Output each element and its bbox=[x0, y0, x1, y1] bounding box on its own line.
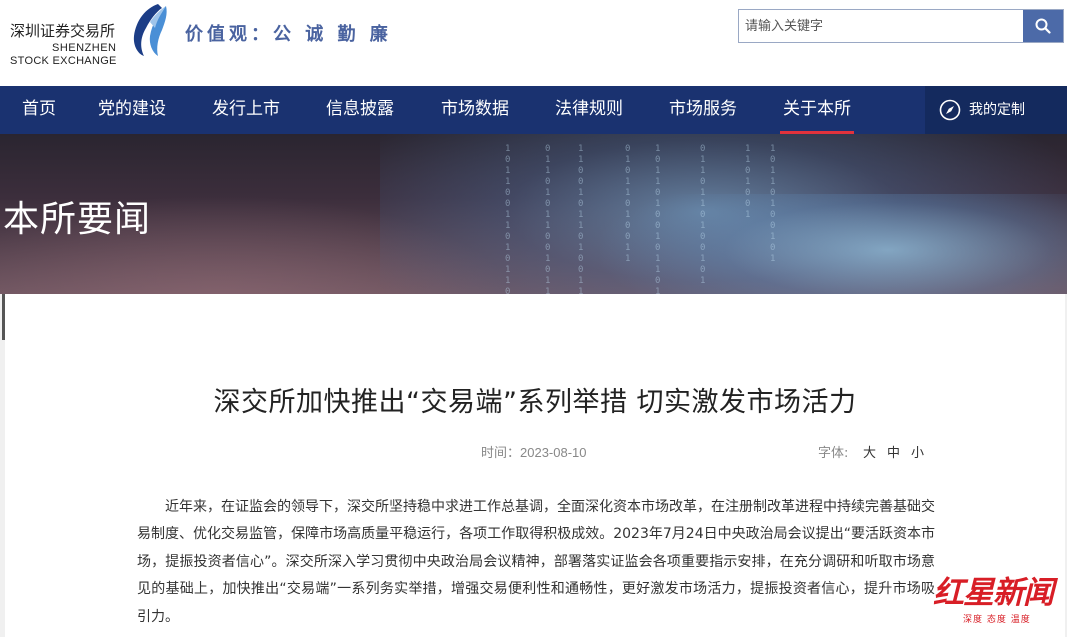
szse-logo-icon bbox=[133, 4, 167, 56]
nav-item-party-building[interactable]: 党的建设 bbox=[95, 86, 169, 134]
logo-chinese-name: 深圳证券交易所 bbox=[10, 22, 116, 40]
publish-time-label: 时间： bbox=[481, 445, 521, 460]
banner-decoration: 101101001011010 bbox=[655, 144, 661, 294]
banner-decoration: 01011010011 bbox=[625, 144, 631, 264]
publish-time-value: 2023-08-10 bbox=[520, 445, 587, 460]
logo-english-name-line2: STOCK EXCHANGE bbox=[10, 55, 117, 67]
banner-title: 本所要闻 bbox=[3, 199, 152, 240]
banner-decoration: 1101001 bbox=[745, 144, 751, 220]
my-customization-button[interactable]: 我的定制 bbox=[925, 86, 1067, 134]
banner-decoration: 01101011001011010 bbox=[545, 144, 551, 294]
watermark-slogan: 深度 态度 温度 bbox=[963, 615, 1031, 625]
search-box bbox=[738, 9, 1064, 43]
publish-time: 时间：2023-08-10 bbox=[481, 442, 587, 461]
nav-item-listing[interactable]: 发行上市 bbox=[209, 86, 283, 134]
nav-item-disclosure[interactable]: 信息披露 bbox=[323, 86, 397, 134]
main-navigation: 首页 党的建设 发行上市 信息披露 市场数据 法律规则 市场服务 关于本所 我的… bbox=[0, 86, 1067, 134]
hongxing-news-watermark: 红星新闻 深度 态度 温度 bbox=[933, 567, 1063, 633]
article-title: 深交所加快推出“交易端”系列举措 切实激发市场活力 bbox=[213, 387, 857, 418]
font-size-large-button[interactable]: 大 bbox=[863, 442, 876, 461]
values-slogan: 价值观：公 诚 勤 廉 bbox=[185, 24, 392, 45]
banner-decoration: 1011001101011010110 bbox=[505, 144, 511, 294]
banner-decoration bbox=[600, 194, 1067, 294]
nav-item-rules[interactable]: 法律规则 bbox=[552, 86, 626, 134]
compass-icon bbox=[939, 99, 961, 121]
search-input[interactable] bbox=[739, 10, 1023, 42]
banner-decoration: 10110100101 bbox=[770, 144, 776, 264]
site-header: 深圳证券交易所 SHENZHEN STOCK EXCHANGE 价值观：公 诚 … bbox=[0, 0, 1067, 86]
watermark-logo-text: 红星新闻 bbox=[933, 575, 1054, 611]
my-customization-label: 我的定制 bbox=[969, 102, 1025, 118]
nav-item-market-services[interactable]: 市场服务 bbox=[666, 86, 740, 134]
search-icon bbox=[1035, 18, 1051, 34]
font-size-label: 字体: bbox=[818, 446, 849, 461]
article-paragraph: 近年来，在证监会的领导下，深交所坚持稳中求进工作总基调，全面深化资本市场改革，在… bbox=[137, 499, 935, 625]
banner-decoration: 0110110100101 bbox=[700, 144, 706, 286]
page-banner: 1011001101011010110 01101011001011010 11… bbox=[0, 134, 1067, 294]
article-container: 深交所加快推出“交易端”系列举措 切实激发市场活力 时间：2023-08-10 … bbox=[5, 294, 1065, 637]
font-size-small-button[interactable]: 小 bbox=[911, 442, 924, 461]
nav-item-market-data[interactable]: 市场数据 bbox=[438, 86, 512, 134]
banner-decoration: 1100101101001101 bbox=[578, 144, 584, 294]
search-button[interactable] bbox=[1023, 10, 1063, 42]
nav-item-about[interactable]: 关于本所 bbox=[780, 86, 854, 134]
nav-item-home[interactable]: 首页 bbox=[10, 86, 68, 134]
logo-english-name-line1: SHENZHEN bbox=[52, 42, 117, 54]
font-size-medium-button[interactable]: 中 bbox=[887, 442, 900, 461]
